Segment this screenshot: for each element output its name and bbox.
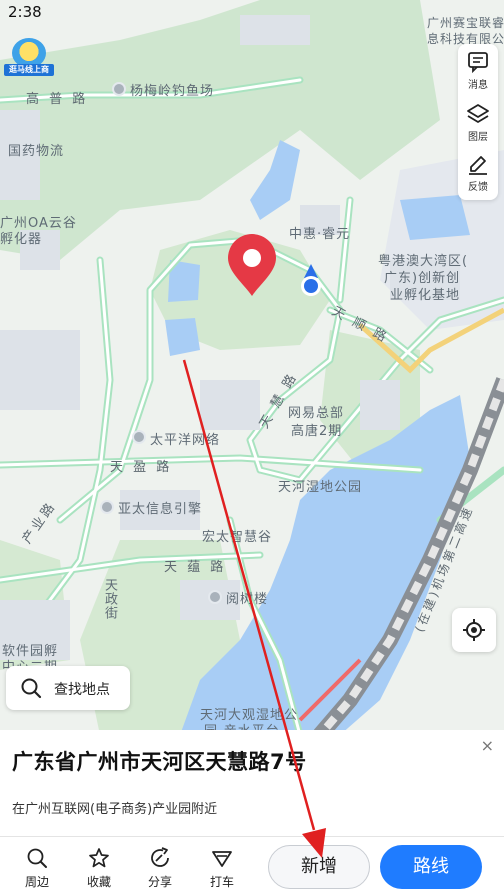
star-icon bbox=[89, 848, 109, 868]
map-label-wangyi-2: 高唐2期 bbox=[291, 424, 343, 439]
route-button[interactable]: 路线 bbox=[380, 845, 482, 889]
map-label-yuegang-3: 业孵化基地 bbox=[390, 288, 461, 303]
map-label-yuelou: 阅树楼 bbox=[226, 592, 269, 607]
map-label-hongtai: 宏太智慧谷 bbox=[202, 530, 273, 545]
feedback-icon bbox=[469, 156, 487, 175]
nav-share-button[interactable]: 分享 bbox=[136, 843, 184, 891]
map-label-tianhe-park: 天河湿地公园 bbox=[278, 480, 363, 495]
toolbar-feedback-button[interactable]: 反馈 bbox=[458, 148, 498, 198]
toolbar-message-button[interactable]: 消息 bbox=[458, 46, 498, 96]
taxi-icon bbox=[212, 851, 232, 867]
locate-me-button[interactable] bbox=[452, 608, 496, 652]
road-label-tianyun: 天 蕴 路 bbox=[164, 560, 227, 575]
search-placeholder: 查找地点 bbox=[54, 682, 110, 698]
crosshair-icon bbox=[463, 619, 485, 641]
map-label-wangyi-1: 网易总部 bbox=[288, 406, 345, 421]
logo-text: 逛马线上商 bbox=[4, 64, 54, 76]
place-info-card: × 广东省广州市天河区天慧路7号 在广州互联网(电子商务)产业园附近 bbox=[0, 730, 504, 836]
current-location-icon bbox=[301, 264, 321, 296]
status-bar: 2:38 bbox=[0, 0, 504, 22]
map-view[interactable]: 广州赛宝联睿 息科技有限公司 高 普 路 杨梅岭钓鱼场 国药物流 广州OA云谷 … bbox=[0, 0, 504, 735]
road-label-tianying: 天 盈 路 bbox=[110, 460, 173, 475]
map-label-yangmeiling: 杨梅岭钓鱼场 bbox=[130, 84, 215, 99]
map-label-taipingyang: 太平洋网络 bbox=[150, 433, 221, 448]
map-toolbar: 消息 图层 反馈 bbox=[458, 44, 498, 200]
bottom-action-bar: 周边 收藏 分享 打车 新增 路线 bbox=[0, 836, 504, 896]
map-label-tianzheng: 天政街 bbox=[102, 578, 117, 620]
search-icon bbox=[21, 678, 42, 699]
message-icon bbox=[468, 52, 488, 74]
layers-icon bbox=[467, 104, 489, 123]
nav-taxi-label: 打车 bbox=[209, 875, 234, 889]
map-label-yatai: 亚太信息引擎 bbox=[118, 502, 203, 517]
share-icon bbox=[151, 847, 169, 867]
close-icon[interactable]: × bbox=[481, 736, 494, 755]
nav-favorite-button[interactable]: 收藏 bbox=[75, 843, 123, 891]
add-button[interactable]: 新增 bbox=[268, 845, 370, 889]
search-place-button[interactable]: 查找地点 bbox=[6, 666, 130, 710]
map-label-fuhuaqi: 孵化器 bbox=[0, 232, 43, 247]
poi-icon bbox=[112, 82, 126, 96]
poi-icon bbox=[132, 430, 146, 444]
map-label-zhonghui: 中惠·睿元 bbox=[289, 227, 351, 242]
toolbar-feedback-label: 反馈 bbox=[468, 182, 488, 193]
app-logo: 逛马线上商 bbox=[4, 38, 54, 78]
nav-share-label: 分享 bbox=[147, 875, 172, 889]
status-time: 2:38 bbox=[8, 3, 42, 21]
place-subtitle: 在广州互联网(电子商务)产业园附近 bbox=[12, 802, 218, 817]
nav-nearby-button[interactable]: 周边 bbox=[13, 843, 61, 891]
location-pin-icon[interactable] bbox=[224, 232, 280, 298]
road-label-gaopu: 高 普 路 bbox=[26, 92, 89, 107]
poi-icon bbox=[100, 500, 114, 514]
nav-nearby-label: 周边 bbox=[24, 875, 49, 889]
nav-favorite-label: 收藏 bbox=[86, 875, 111, 889]
place-title: 广东省广州市天河区天慧路7号 bbox=[12, 750, 307, 774]
poi-icon bbox=[208, 590, 222, 604]
nav-taxi-button[interactable]: 打车 bbox=[198, 843, 246, 891]
toolbar-layers-button[interactable]: 图层 bbox=[458, 98, 498, 148]
search-nearby-icon bbox=[27, 848, 47, 868]
toolbar-layers-label: 图层 bbox=[468, 132, 488, 143]
map-label-guoyao: 国药物流 bbox=[8, 144, 65, 159]
toolbar-message-label: 消息 bbox=[468, 80, 488, 91]
